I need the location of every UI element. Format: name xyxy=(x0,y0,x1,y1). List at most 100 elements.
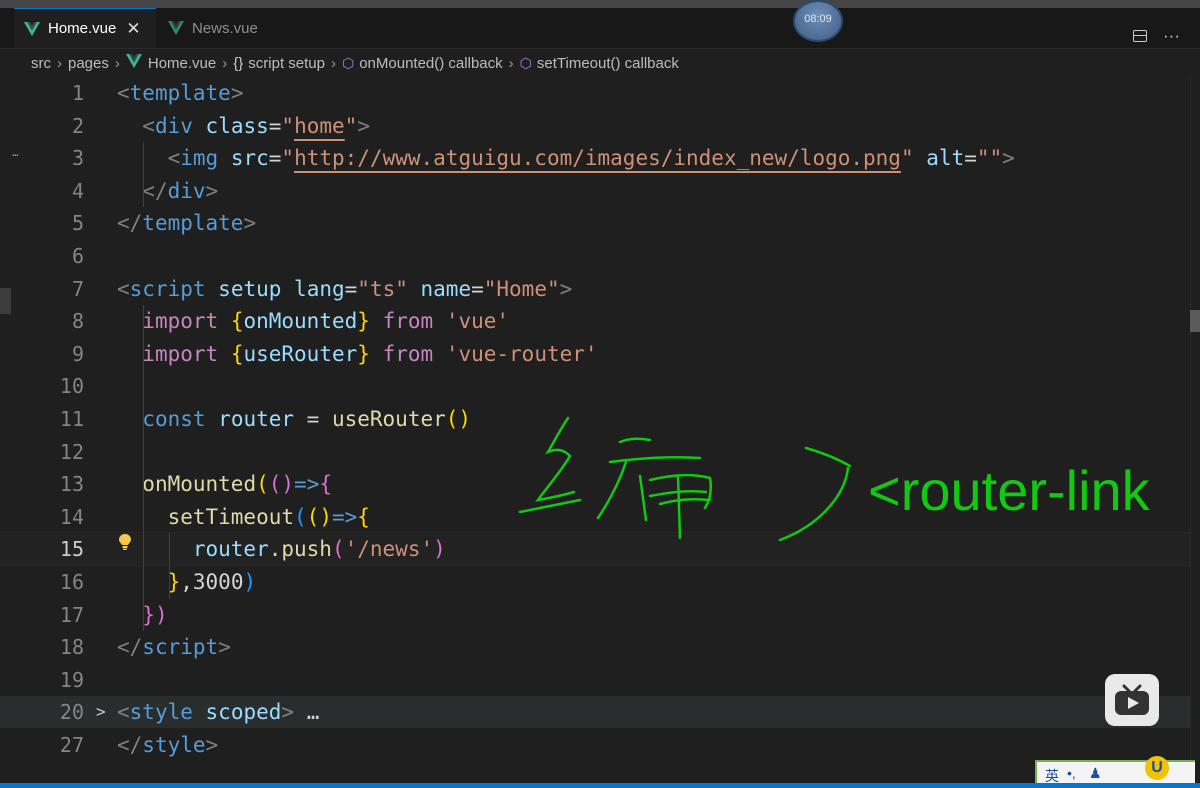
line-number: 27 xyxy=(59,733,84,757)
close-icon[interactable]: ✕ xyxy=(126,19,140,39)
code-token: useRouter xyxy=(331,407,446,431)
code-token: alt xyxy=(926,146,965,171)
code-token: } xyxy=(357,309,370,334)
code-token: setup xyxy=(218,276,282,301)
punctuation-icon[interactable]: •, xyxy=(1067,765,1076,781)
code-token: template xyxy=(129,81,231,105)
code-token: onMounted xyxy=(142,472,257,497)
code-token: router xyxy=(192,537,269,562)
vertical-scrollbar[interactable] xyxy=(1190,77,1200,777)
tab-label: Home.vue xyxy=(48,20,117,37)
code-line[interactable]: 16 },3000) xyxy=(0,566,1190,598)
code-token: ( xyxy=(294,504,307,529)
code-token: > xyxy=(1002,146,1015,171)
code-line[interactable]: 11 const router = useRouter() xyxy=(0,403,1190,435)
code-token: from xyxy=(382,341,434,366)
code-token: img xyxy=(180,146,219,171)
code-editor[interactable]: 1 <template> 2 <div class="home"> 3 <img sr… xyxy=(0,77,1191,777)
code-token: home xyxy=(294,113,345,138)
line-number: 19 xyxy=(59,667,84,692)
code-text: import {onMounted} from 'vue' xyxy=(117,305,509,337)
code-token: import xyxy=(142,309,219,334)
code-text: onMounted(()=>{ xyxy=(117,468,332,500)
code-token: }) xyxy=(142,602,168,627)
user-icon[interactable]: ♟ xyxy=(1089,765,1102,782)
scrollbar-thumb[interactable] xyxy=(1190,310,1200,332)
vue-logo-icon xyxy=(168,21,184,35)
code-token: > xyxy=(243,211,257,236)
code-token: from xyxy=(382,309,434,334)
code-token: { xyxy=(230,341,244,366)
code-line[interactable]: 17 }) xyxy=(0,599,1190,631)
code-token: = xyxy=(344,276,358,301)
line-number: 16 xyxy=(59,570,84,594)
code-token: ( xyxy=(331,537,345,562)
code-text: <img src="http://www.atguigu.com/images/… xyxy=(117,142,1015,174)
tab-home-vue[interactable]: Home.vue ✕ xyxy=(14,8,156,48)
breadcrumb-item-onmounted[interactable]: ⬡ onMounted() callback xyxy=(342,55,503,72)
line-number: 8 xyxy=(71,309,84,334)
code-token: " xyxy=(344,113,358,138)
fold-chevron-icon[interactable]: > xyxy=(96,696,106,728)
code-token: = xyxy=(294,407,332,431)
code-line[interactable]: 19 xyxy=(0,664,1190,696)
code-token: script xyxy=(129,276,206,301)
code-token: = xyxy=(268,113,282,138)
code-token: script xyxy=(142,635,219,660)
code-token: setTimeout xyxy=(167,504,295,529)
breadcrumb-item-settimeout[interactable]: ⬡ setTimeout() callback xyxy=(520,55,679,72)
code-token: … xyxy=(294,700,320,725)
line-number: 3 xyxy=(71,146,84,171)
code-token: </ xyxy=(117,211,143,236)
video-player-icon[interactable] xyxy=(1105,674,1159,726)
line-number: 10 xyxy=(59,374,84,399)
code-token: < xyxy=(117,81,130,105)
breadcrumb-item-src[interactable]: src xyxy=(31,55,51,72)
line-number: 7 xyxy=(71,276,84,301)
code-line[interactable]: 1 <template> xyxy=(0,77,1190,109)
code-line[interactable]: 27 </style> xyxy=(0,729,1190,761)
code-line[interactable]: 20 > <style scoped> … xyxy=(0,696,1190,729)
breadcrumb-item-pages[interactable]: pages xyxy=(68,55,109,72)
code-text: router.push('/news') xyxy=(117,533,446,565)
lightbulb-icon[interactable] xyxy=(118,533,132,551)
code-text: </script> xyxy=(117,631,231,663)
code-token: " xyxy=(281,113,295,138)
code-line[interactable]: 6 xyxy=(0,240,1190,272)
code-line[interactable]: 10 xyxy=(0,370,1190,402)
code-text: const router = useRouter() xyxy=(117,403,471,435)
more-actions-icon[interactable]: ··· xyxy=(1163,26,1180,46)
tab-news-vue[interactable]: News.vue xyxy=(158,8,300,48)
tab-label: News.vue xyxy=(192,19,258,37)
split-editor-icon[interactable] xyxy=(1133,30,1148,42)
vue-logo-icon xyxy=(125,54,142,68)
code-token: http://www.atguigu.com/images/index_new/… xyxy=(294,146,901,171)
breadcrumb-script-label: script setup xyxy=(248,54,325,72)
code-token: < xyxy=(117,276,130,301)
code-line[interactable]: 7 <script setup lang="ts" name="Home"> xyxy=(0,273,1190,305)
code-line[interactable]: 18 </script> xyxy=(0,631,1190,663)
code-line[interactable]: 15 router.push('/news') xyxy=(0,532,1191,567)
code-token: 'vue' xyxy=(445,309,510,334)
indent-guide xyxy=(143,142,144,208)
code-token: import xyxy=(142,341,219,366)
code-line[interactable]: 5 </template> xyxy=(0,207,1190,239)
line-number: 17 xyxy=(59,602,84,627)
code-token: { xyxy=(230,309,244,334)
code-line[interactable]: 8 import {onMounted} from 'vue' xyxy=(0,305,1190,337)
breadcrumb-item-script-setup[interactable]: {} script setup xyxy=(233,55,325,72)
breadcrumb-item-file[interactable]: Home.vue xyxy=(125,54,216,72)
line-number: 9 xyxy=(71,341,84,366)
code-token: , xyxy=(180,570,193,594)
code-token: = xyxy=(964,146,977,171)
code-line[interactable]: 9 import {useRouter} from 'vue-router' xyxy=(0,338,1190,370)
code-line[interactable]: 2 <div class="home"> xyxy=(0,110,1190,142)
code-line[interactable]: 4 </div> xyxy=(0,175,1190,207)
code-token: { xyxy=(357,504,370,529)
code-line[interactable]: 3 <img src="http://www.atguigu.com/image… xyxy=(0,142,1190,174)
